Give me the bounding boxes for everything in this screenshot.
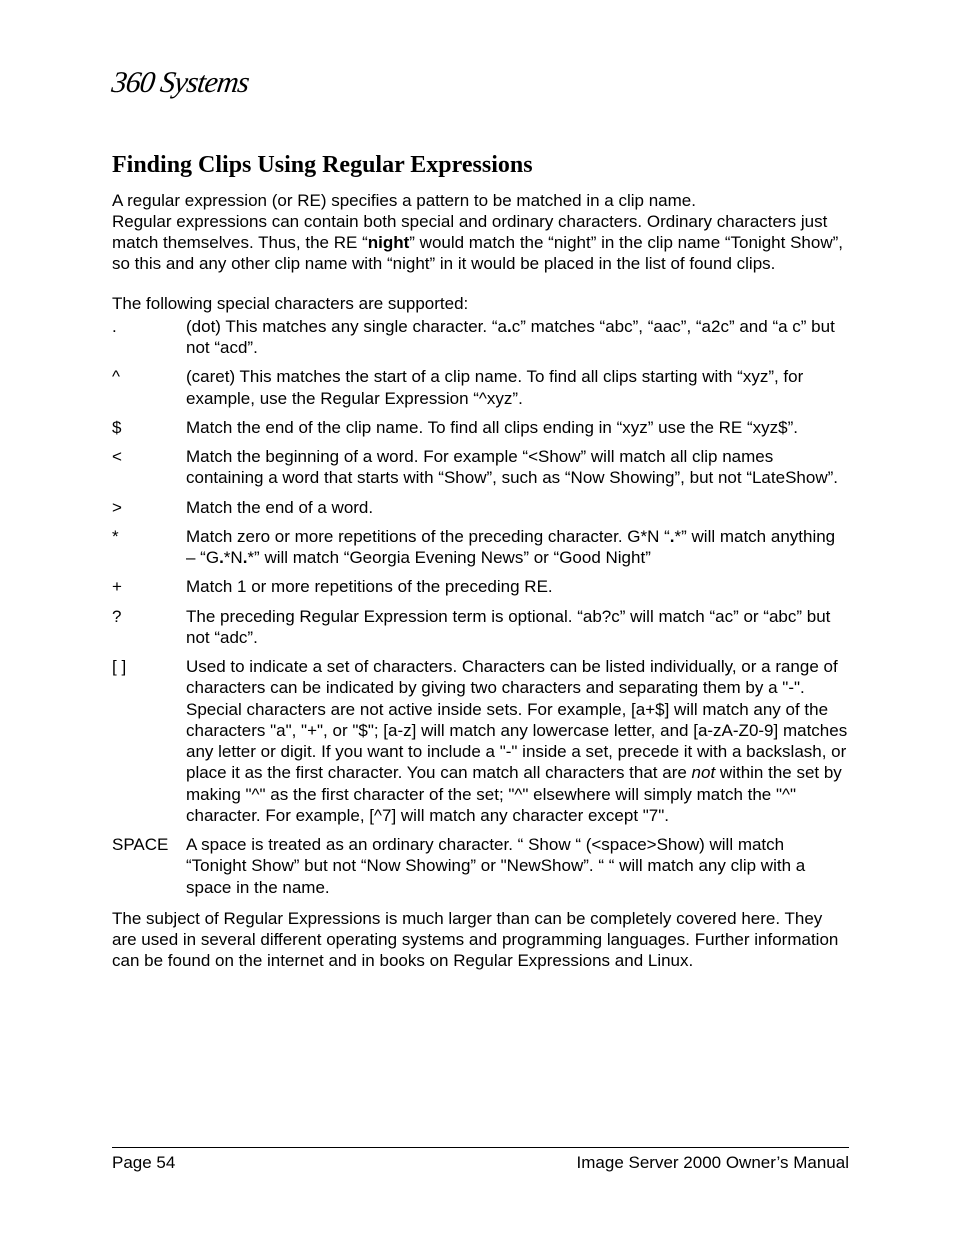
lead-in-text: The following special characters are sup… [112,293,849,314]
def-symbol: ? [112,606,186,627]
def-desc: Used to indicate a set of characters. Ch… [186,656,849,826]
def-text: Match zero or more repetitions of the pr… [186,527,670,546]
def-row-question: ? The preceding Regular Expression term … [112,606,849,649]
intro-paragraph: A regular expression (or RE) specifies a… [112,190,849,275]
def-row-space: SPACE A space is treated as an ordinary … [112,834,849,898]
def-italic: not [692,763,716,782]
def-row-plus: + Match 1 or more repetitions of the pre… [112,576,849,597]
footer-rule [112,1147,849,1148]
brand-logo: 360 Systems [109,64,251,102]
def-symbol: > [112,497,186,518]
def-symbol: . [112,316,186,337]
def-symbol: ^ [112,366,186,387]
intro-line-1: A regular expression (or RE) specifies a… [112,191,696,210]
footer-row: Page 54 Image Server 2000 Owner’s Manual [112,1152,849,1173]
def-desc: Match the beginning of a word. For examp… [186,446,849,489]
def-desc: Match 1 or more repetitions of the prece… [186,576,849,597]
page-footer: Page 54 Image Server 2000 Owner’s Manual [112,1147,849,1173]
def-desc: (dot) This matches any single character.… [186,316,849,359]
def-desc: The preceding Regular Expression term is… [186,606,849,649]
def-desc: Match the end of the clip name. To find … [186,417,849,438]
def-desc: Match zero or more repetitions of the pr… [186,526,849,569]
def-symbol: < [112,446,186,467]
def-row-star: * Match zero or more repetitions of the … [112,526,849,569]
page-title: Finding Clips Using Regular Expressions [112,150,849,180]
page: 360 Systems Finding Clips Using Regular … [0,0,954,1235]
def-row-dot: . (dot) This matches any single characte… [112,316,849,359]
definition-list: . (dot) This matches any single characte… [112,316,849,898]
def-row-brackets: [ ] Used to indicate a set of characters… [112,656,849,826]
footer-manual-title: Image Server 2000 Owner’s Manual [577,1152,849,1173]
def-row-dollar: $ Match the end of the clip name. To fin… [112,417,849,438]
def-symbol: $ [112,417,186,438]
def-symbol: [ ] [112,656,186,677]
def-desc: Match the end of a word. [186,497,849,518]
def-symbol: SPACE [112,834,186,855]
def-text: *N [224,548,243,567]
outro-paragraph: The subject of Regular Expressions is mu… [112,908,849,972]
def-symbol: + [112,576,186,597]
def-text: (dot) This matches any single character.… [186,317,507,336]
def-desc: (caret) This matches the start of a clip… [186,366,849,409]
footer-page-number: Page 54 [112,1152,175,1173]
def-text: *” will match “Georgia Evening News” or … [247,548,650,567]
def-row-gt: > Match the end of a word. [112,497,849,518]
def-row-lt: < Match the beginning of a word. For exa… [112,446,849,489]
def-desc: A space is treated as an ordinary charac… [186,834,849,898]
def-row-caret: ^ (caret) This matches the start of a cl… [112,366,849,409]
def-symbol: * [112,526,186,547]
intro-bold: night [368,233,410,252]
